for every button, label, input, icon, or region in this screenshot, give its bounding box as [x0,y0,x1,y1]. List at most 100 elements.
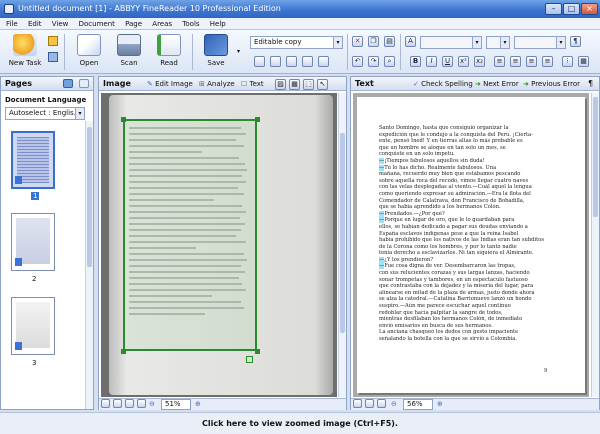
text-line: —¡Tiempos fabulosos aquellos sin duda! [379,157,485,164]
table-icon[interactable]: ▦ [578,56,589,67]
undo-icon[interactable]: ↶ [352,56,363,67]
copy-icon[interactable]: ❐ [368,36,379,47]
text-recognition-area[interactable] [123,119,257,351]
save-dropdown-arrow[interactable]: ▾ [237,48,240,55]
align-left-icon[interactable]: ≡ [494,56,505,67]
redo-icon[interactable]: ↷ [368,56,379,67]
uncertain-char-highlight[interactable]: — [379,164,385,171]
text-line: con sus relucientes corazas y sus largas… [379,270,530,277]
chevron-down-icon: ▾ [500,37,509,48]
next-error-button[interactable]: ➜ Next Error [475,80,519,88]
toolbar-separator [400,34,401,70]
font-name-dropdown[interactable]: ▾ [420,36,482,49]
align-right-icon[interactable]: ≡ [526,56,537,67]
scrollbar-thumb[interactable] [87,127,92,267]
superscript-icon[interactable]: x² [458,56,469,67]
subscript-icon[interactable]: x₂ [474,56,485,67]
open-folder-small-icon[interactable] [48,36,58,46]
analyze-button[interactable]: ⊞ Analyze [199,80,235,88]
save-format-dropdown[interactable]: Editable copy ▾ [250,36,343,49]
menu-edit[interactable]: Edit [28,20,42,28]
bold-icon[interactable]: B [410,56,421,67]
minimize-button[interactable]: – [545,3,562,15]
menu-help[interactable]: Help [210,20,226,28]
fit-width-icon[interactable] [353,399,362,408]
menu-page[interactable]: Page [125,20,142,28]
pages-scrollbar[interactable] [85,121,93,409]
zoom-minus-icon[interactable]: ⊖ [149,400,155,408]
close-button[interactable]: × [581,3,598,15]
pages-view-icon[interactable] [63,79,73,88]
uncertain-char-highlight[interactable]: — [379,210,385,217]
previous-error-button[interactable]: ➜ Previous Error [523,80,580,88]
menu-view[interactable]: View [52,20,69,28]
align-center-icon[interactable]: ≡ [510,56,521,67]
uncertain-char-highlight[interactable]: — [379,263,385,270]
menu-document[interactable]: Document [79,20,115,28]
area-handle[interactable] [121,117,126,122]
zoom-minus-icon[interactable]: ⊖ [391,400,397,408]
zoom-out-icon[interactable] [101,399,110,408]
style-icon[interactable]: A [405,36,416,47]
page-number-3: 3 [32,359,37,367]
pages-delete-icon[interactable] [79,79,89,88]
italic-icon[interactable]: I [426,56,437,67]
area-type-icon[interactable] [246,356,253,363]
cut-icon[interactable]: ✕ [352,36,363,47]
scrollbar-thumb[interactable] [593,97,598,217]
actual-size-icon[interactable] [377,399,386,408]
language-dropdown[interactable]: Autoselect : Englis... ▾ [5,107,85,120]
font-size-dropdown[interactable]: ▾ [486,36,510,49]
actual-size-icon[interactable] [137,399,146,408]
paragraph-marks-icon[interactable]: ¶ [588,79,593,88]
area-handle[interactable] [255,349,260,354]
format-icon-1[interactable] [254,56,265,67]
format-icon-4[interactable] [302,56,313,67]
image-scrollbar[interactable] [338,93,346,397]
area-handle[interactable] [121,349,126,354]
fit-width-icon[interactable] [113,399,122,408]
text-area-button[interactable]: ☐ Text [241,80,264,88]
area-handle[interactable] [255,117,260,122]
fit-page-icon[interactable] [365,399,374,408]
save-small-icon[interactable] [48,52,58,62]
text-editor-area[interactable]: Santo Domingo, hasta que consiguió organ… [353,93,589,397]
zoom-plus-icon[interactable]: ⊕ [437,400,443,408]
new-task-button[interactable]: New Task [6,32,44,72]
text-scrollbar[interactable] [591,93,599,397]
menu-tools[interactable]: Tools [182,20,199,28]
zoom-hint-bar[interactable]: Click here to view zoomed image (Ctrl+F5… [0,412,600,434]
find-icon[interactable]: ⌕ [384,56,395,67]
menu-areas[interactable]: Areas [152,20,172,28]
bullets-icon[interactable]: ⁝ [562,56,573,67]
paste-icon[interactable]: ▤ [384,36,395,47]
recognized-text[interactable]: Santo Domingo, hasta que consiguió organ… [379,125,563,343]
uncertain-char-highlight[interactable]: — [379,217,385,224]
table-area-icon[interactable]: ▦ [289,79,300,90]
maximize-button[interactable]: □ [563,3,580,15]
format-icon-3[interactable] [286,56,297,67]
select-area-icon[interactable]: ⬚ [303,79,314,90]
uncertain-char-highlight[interactable]: — [379,157,385,164]
format-icon-5[interactable] [318,56,329,67]
read-button[interactable]: Read [152,32,186,72]
zoom-plus-icon[interactable]: ⊕ [195,400,201,408]
menu-file[interactable]: File [6,20,18,28]
underline-icon[interactable]: U [442,56,453,67]
format-painter-icon[interactable]: ¶ [570,36,581,47]
scan-button[interactable]: Scan [112,32,146,72]
format-icon-2[interactable] [270,56,281,67]
text-zoom-dropdown[interactable]: 56% [403,399,433,410]
edit-image-button[interactable]: ✎ Edit Image [147,80,193,88]
image-zoom-dropdown[interactable]: 51% [161,399,191,410]
scrollbar-thumb[interactable] [340,133,345,333]
paragraph-style-dropdown[interactable]: ▾ [514,36,566,49]
picture-area-icon[interactable]: ▨ [275,79,286,90]
pointer-icon[interactable]: ↖ [317,79,328,90]
save-button[interactable]: Save [196,32,236,72]
justify-icon[interactable]: ≡ [542,56,553,67]
check-spelling-button[interactable]: ✓ Check Spelling [413,80,473,88]
fit-page-icon[interactable] [125,399,134,408]
open-button[interactable]: Open [72,32,106,72]
uncertain-char-highlight[interactable]: — [379,256,385,263]
